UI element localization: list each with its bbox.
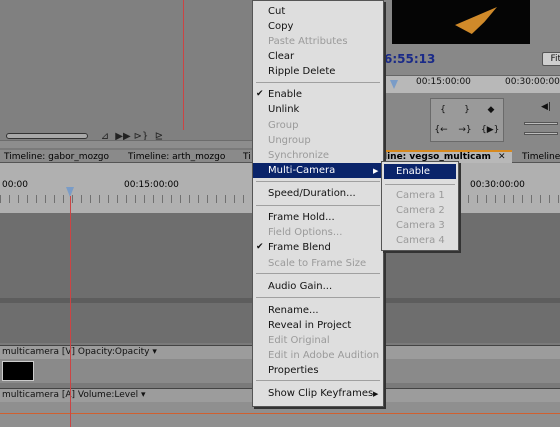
menu-item-audio-gain[interactable]: Audio Gain...: [268, 279, 332, 294]
program-right-controls: ◀|: [520, 98, 560, 144]
menu-item-multi-camera[interactable]: Multi-Camera: [268, 163, 335, 178]
play-in-to-out-button[interactable]: {▶}: [481, 123, 499, 137]
go-to-out-button[interactable]: →}: [457, 123, 473, 137]
menu-item-field-options: Field Options...: [268, 227, 343, 238]
submenu-item-camera-1: Camera 1: [396, 190, 445, 201]
jog-slider[interactable]: [524, 122, 558, 125]
timeline-ruler-time: 00:00: [2, 180, 28, 190]
timeline-ruler-time: 00:15:00:00: [124, 180, 179, 190]
mark-out-button[interactable]: }: [459, 103, 475, 117]
menu-item-reveal-in-project[interactable]: Reveal in Project: [268, 318, 351, 333]
program-video-frame: [392, 0, 530, 44]
video-track-label[interactable]: multicamera [V] Opacity:Opacity ▾: [2, 346, 157, 358]
menu-item-clear[interactable]: Clear: [268, 49, 294, 64]
audio-volume-line[interactable]: [0, 413, 560, 414]
shuttle-slider[interactable]: [524, 132, 558, 135]
submenu-item-camera-4: Camera 4: [396, 235, 445, 246]
submenu-arrow-icon: ▶: [373, 390, 379, 398]
program-transport-controls: { } ◆ {← →} {▶}: [430, 98, 504, 142]
menu-item-enable[interactable]: Enable: [268, 87, 302, 102]
submenu-item-enable[interactable]: Enable: [396, 164, 430, 179]
menu-item-rename[interactable]: Rename...: [268, 303, 319, 318]
submenu-item-camera-3: Camera 3: [396, 220, 445, 231]
menu-item-cut[interactable]: Cut: [268, 4, 285, 19]
source-scrollbar[interactable]: [0, 140, 252, 148]
menu-item-frame-blend[interactable]: Frame Blend: [268, 240, 331, 255]
menu-item-edit-in-adobe-audition: Edit in Adobe Audition: [268, 350, 380, 361]
menu-separator: [256, 181, 380, 182]
source-playhead-line: [183, 0, 184, 130]
menu-item-group: Group: [268, 120, 299, 131]
step-back-button[interactable]: ◀|: [538, 100, 554, 114]
menu-separator: [256, 82, 380, 83]
timeline-ruler-time: 00:30:00:00: [470, 180, 525, 190]
menu-separator: [256, 205, 380, 206]
menu-separator: [256, 380, 380, 381]
tab-timeline-next[interactable]: Timeline:: [522, 151, 560, 163]
close-tab-icon[interactable]: ✕: [498, 151, 506, 163]
audio-track-label[interactable]: multicamera [A] Volume:Level ▾: [2, 389, 146, 401]
submenu-separator: [385, 184, 455, 185]
menu-item-frame-hold[interactable]: Frame Hold...: [268, 210, 335, 225]
menu-item-speed-duration[interactable]: Speed/Duration...: [268, 186, 356, 201]
program-ruler-time: 00:30:00:00: [505, 77, 560, 87]
check-icon: ✔: [256, 242, 264, 252]
submenu-arrow-icon: ▶: [373, 167, 379, 175]
program-ruler-time: 00:15:00:00: [416, 77, 471, 87]
menu-item-ripple-delete[interactable]: Ripple Delete: [268, 64, 335, 79]
menu-item-ungroup: Ungroup: [268, 135, 311, 146]
clip-thumbnail: [2, 361, 34, 381]
source-monitor: [0, 0, 252, 148]
tab-timeline-arth[interactable]: Timeline: arth_mozgo: [128, 151, 225, 163]
submenu-item-camera-2: Camera 2: [396, 205, 445, 216]
menu-item-synchronize: Synchronize: [268, 150, 329, 161]
timeline-playhead-line: [70, 196, 71, 427]
set-marker-button[interactable]: ◆: [483, 103, 499, 117]
mark-in-button[interactable]: {: [435, 103, 451, 117]
menu-item-show-clip-keyframes[interactable]: Show Clip Keyframes: [268, 386, 373, 401]
menu-item-scale-to-frame-size: Scale to Frame Size: [268, 258, 367, 269]
menu-separator: [256, 273, 380, 274]
fit-dropdown[interactable]: Fit: [542, 52, 560, 66]
menu-item-properties[interactable]: Properties: [268, 363, 319, 378]
tab-timeline-gabor[interactable]: Timeline: gabor_mozgo: [4, 151, 109, 163]
tab-timeline-partial[interactable]: Ti: [243, 151, 251, 163]
source-zoom-slider[interactable]: [6, 133, 88, 139]
check-icon: ✔: [256, 89, 264, 99]
menu-item-paste-attributes: Paste Attributes: [268, 36, 348, 47]
menu-item-copy[interactable]: Copy: [268, 19, 293, 34]
program-timecode[interactable]: 6:55:13: [384, 52, 435, 66]
menu-item-unlink[interactable]: Unlink: [268, 102, 299, 117]
menu-separator: [256, 297, 380, 298]
menu-item-edit-original: Edit Original: [268, 335, 330, 346]
go-to-in-button[interactable]: {←: [433, 123, 449, 137]
